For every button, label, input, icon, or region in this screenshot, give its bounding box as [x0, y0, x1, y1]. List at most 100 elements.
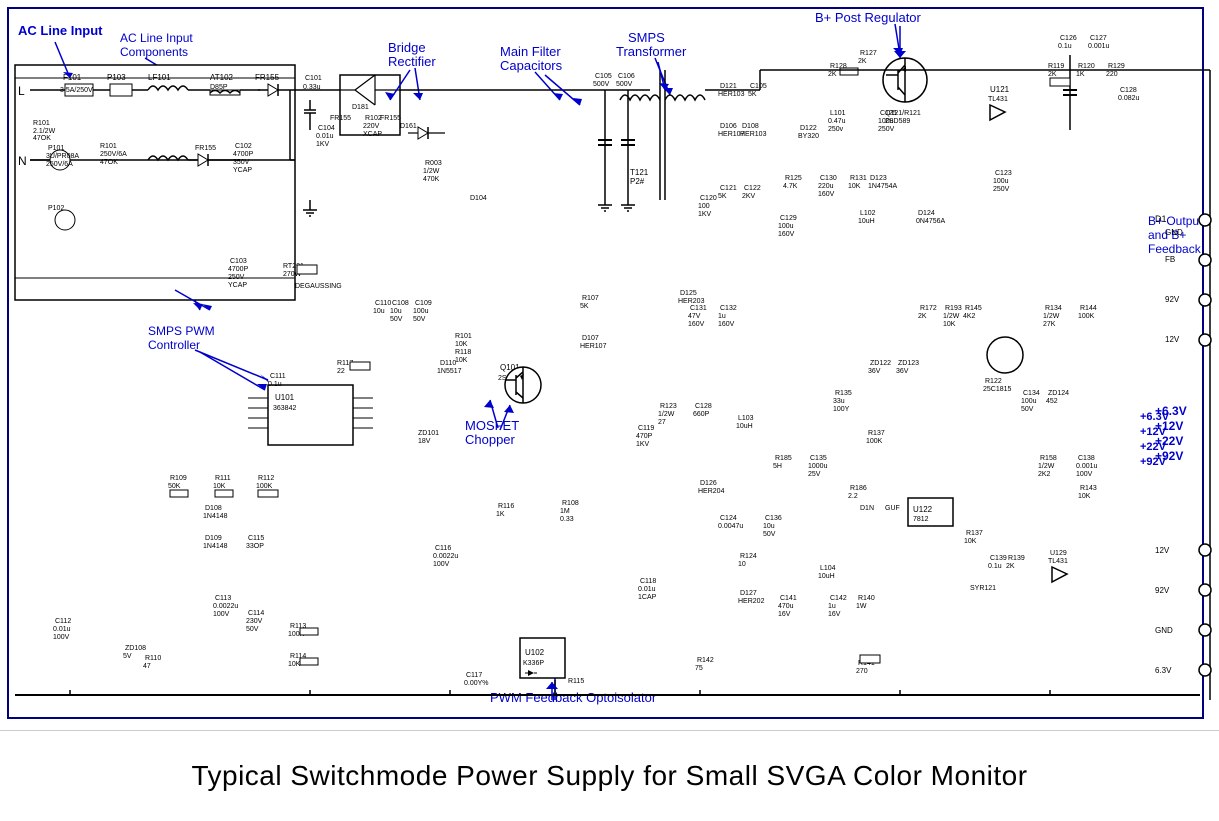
label-c103: C103: [230, 258, 247, 265]
label-d122: D122: [800, 125, 817, 132]
label-u102-type: K336P: [523, 660, 544, 667]
label-r120-val: 1K: [1076, 71, 1085, 78]
label-u121-type: TL431: [988, 96, 1008, 103]
label-c108-val: 10u: [390, 308, 402, 315]
label-c117-val: 0.00Y%: [464, 680, 489, 687]
label-c136: C136: [765, 515, 782, 522]
label-bridge: Bridge: [388, 40, 426, 55]
label-c110: C110: [375, 300, 391, 307]
label-c132-v: 160V: [718, 321, 735, 328]
label-l102: L102: [860, 210, 876, 217]
label-r102-2-type: XCAP: [363, 131, 382, 138]
label-r110-val: 47: [143, 663, 151, 670]
label-l104-val: 10uH: [818, 573, 835, 580]
label-c139-val: 0.1u: [988, 563, 1002, 570]
label-c118-type: 1CAP: [638, 594, 657, 601]
label-r108-val: 1M: [560, 508, 570, 515]
label-c104: C104: [318, 125, 335, 132]
label-c102-type: YCAP: [233, 167, 252, 174]
label-fr155-3: FR155: [380, 115, 401, 122]
label-filter: Main Filter: [500, 44, 561, 59]
label-r103-val: 1/2W: [423, 168, 440, 175]
label-r112: R112: [258, 475, 274, 482]
label-zd123: ZD123: [898, 360, 919, 367]
label-r101-val: 2.1/2W: [33, 128, 56, 135]
label-c118: C118: [640, 578, 656, 585]
label-r144-val: 100K: [1078, 313, 1095, 320]
label-c115: C115: [248, 535, 264, 542]
label-zd122: ZD122: [870, 360, 891, 367]
label-chopper: Chopper: [465, 432, 516, 447]
label-out-voltages: +6.3V: [1140, 411, 1170, 423]
label-c135-v: 25V: [808, 471, 821, 478]
label-zd108-val: 5V: [123, 653, 132, 660]
label-c108: C108: [392, 300, 409, 307]
label-c130-v: 160V: [818, 191, 835, 198]
label-c116: C116: [435, 545, 451, 552]
label-r119-val: 2K: [1048, 71, 1057, 78]
label-d124-type: 0N4756A: [916, 218, 946, 225]
label-c128-2: C128: [695, 403, 712, 410]
label-c119-val: 470P: [636, 433, 653, 440]
label-r141-val: 270: [856, 668, 868, 675]
label-r102: R101: [100, 143, 117, 150]
label-r102-2-val: 220V: [363, 123, 380, 130]
label-c142-val: 1u: [828, 603, 836, 610]
label-d109: D109: [205, 535, 222, 542]
label-d124: D124: [918, 210, 935, 217]
label-c125-val: 100u: [878, 118, 894, 125]
label-smps-pwm1: SMPS PWM: [148, 324, 215, 338]
label-d106: D106: [720, 123, 737, 130]
label-r193: R193: [945, 305, 962, 312]
label-c114-val: 230V: [246, 618, 263, 625]
label-c115-val: 33OP: [246, 543, 264, 550]
label-c101-val: 0.33u: [303, 84, 321, 91]
label-c112-val: 0.01u: [53, 626, 71, 633]
label-r123-v: 27: [658, 419, 666, 426]
label-c104-v: 1KV: [316, 141, 330, 148]
label-mosfet: MOSFET: [465, 418, 519, 433]
label-d127-type: HER202: [738, 598, 765, 605]
label-c108-v: 50V: [390, 316, 403, 323]
label-dn: D1N: [860, 505, 874, 512]
label-12v-bot: 12V: [1155, 546, 1170, 555]
label-c113: C113: [215, 595, 231, 602]
label-b-output3: Feedback: [1148, 242, 1202, 256]
label-12v-term: 12V: [1165, 335, 1180, 344]
label-u101: U101: [275, 393, 295, 402]
label-c116-v: 100V: [433, 561, 450, 568]
label-c129: C129: [780, 215, 797, 222]
label-out-12v: +12V: [1140, 426, 1167, 438]
label-c124: C124: [720, 515, 737, 522]
label-d125: D125: [680, 290, 697, 297]
label-c134: C134: [1023, 390, 1040, 397]
label-d110: D110: [440, 360, 456, 367]
label-c114: C114: [248, 610, 264, 617]
label-c116-val: 0.0022u: [433, 553, 458, 560]
label-c139: C139: [990, 555, 1007, 562]
label-t101: T121: [630, 168, 649, 177]
label-gnd-bot: GND: [1155, 626, 1173, 635]
label-r117-val: 22: [337, 368, 345, 375]
label-smps-pwm2: Controller: [148, 338, 200, 352]
circuit-diagram: AC Line Input AC Line Input Components B…: [0, 0, 1219, 730]
label-c136-v: 50V: [763, 531, 776, 538]
label-r122-type: 25C1815: [983, 386, 1012, 393]
label-r101-mid: R101: [455, 333, 472, 340]
label-c132-val: 1u: [718, 313, 726, 320]
label-out-22v: +22V: [1140, 441, 1167, 453]
label-r129-val: 220: [1106, 71, 1118, 78]
label-c106-val: 500V: [616, 81, 633, 88]
label-zd108: ZD108: [125, 645, 146, 652]
label-r172-val: 2K: [918, 313, 927, 320]
label-gnd: GND: [1165, 228, 1183, 237]
label-l103-val: 10uH: [736, 423, 753, 430]
label-guf: GUF: [885, 505, 900, 512]
label-c125: C125: [880, 110, 897, 117]
label-r158-v: 2K2: [1038, 471, 1051, 478]
label-p101-val2: 250V/6A: [46, 161, 73, 168]
diagram-area: AC Line Input AC Line Input Components B…: [0, 0, 1219, 730]
label-r101: R101: [33, 120, 50, 127]
label-r108-v: 0.33: [560, 516, 574, 523]
label-smps-transformer: SMPS: [628, 30, 665, 45]
